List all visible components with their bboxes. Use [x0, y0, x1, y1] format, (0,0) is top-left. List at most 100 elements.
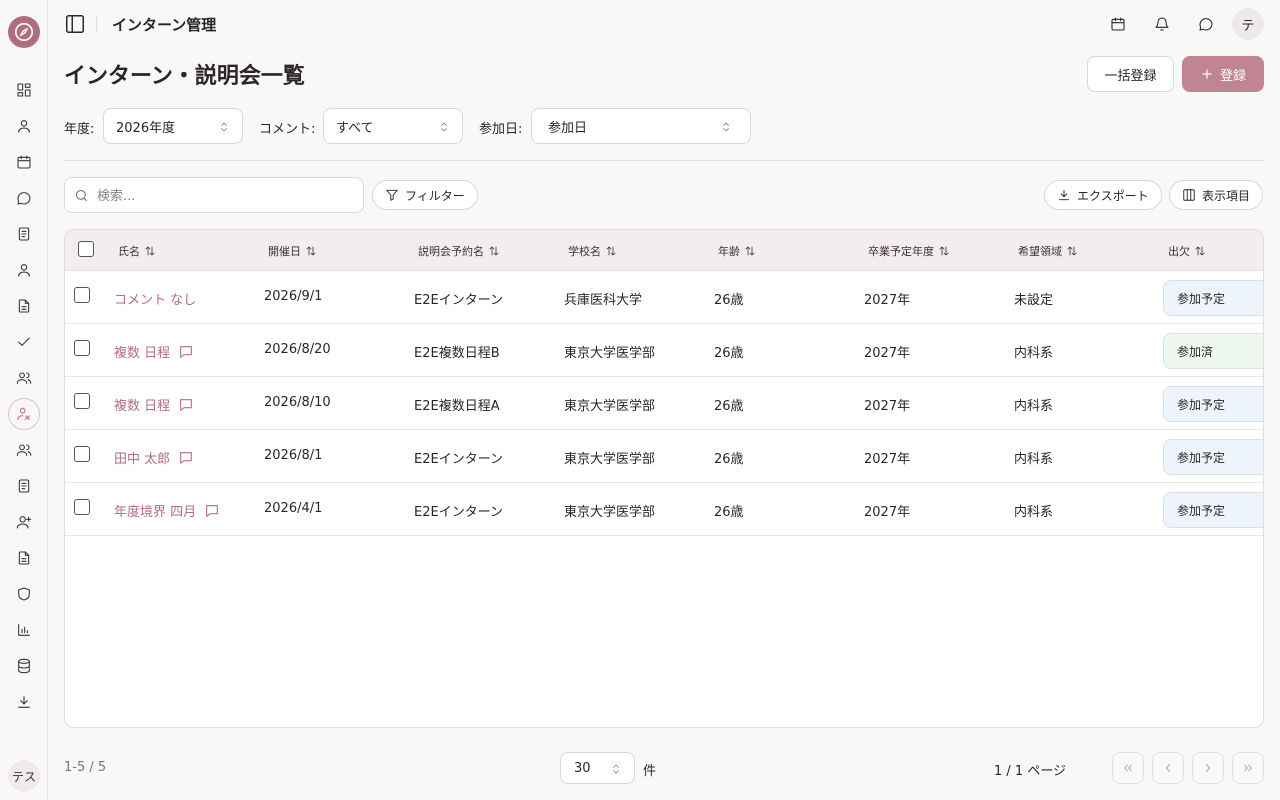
select-all-checkbox[interactable]: [78, 241, 94, 257]
name-cell[interactable]: 年度境界 四月: [114, 501, 220, 520]
column-header-school[interactable]: 学校名: [568, 243, 617, 259]
nav-shield-icon[interactable]: [8, 578, 40, 610]
comment-select[interactable]: すべて: [323, 108, 463, 144]
year-select[interactable]: 2026年度: [103, 108, 243, 144]
table-header: 氏名 開催日 説明会予約名 学校名 年齢 卒業予定年度 希望領域 出欠: [65, 230, 1263, 271]
sort-icon: [938, 245, 950, 257]
table-row[interactable]: 複数 日程 2026/8/10 E2E複数日程A 東京大学医学部 26歳 202…: [65, 377, 1263, 430]
name-link[interactable]: 年度境界 四月: [114, 501, 196, 520]
year-filter-label: 年度:: [64, 122, 95, 137]
table-row[interactable]: 年度境界 四月 2026/4/1 E2Eインターン 東京大学医学部 26歳 20…: [65, 483, 1263, 536]
user-avatar[interactable]: テ: [1232, 8, 1264, 40]
column-header-label: 説明会予約名: [418, 245, 484, 258]
filter-icon: [385, 188, 399, 202]
comment-icon[interactable]: [204, 503, 220, 519]
name-cell[interactable]: 複数 日程: [114, 395, 194, 414]
comment-icon[interactable]: [178, 397, 194, 413]
sidebar-user-avatar[interactable]: テス: [8, 760, 40, 792]
nav-chat-icon[interactable]: [8, 182, 40, 214]
name-link[interactable]: 複数 日程: [114, 342, 170, 361]
name-cell[interactable]: 田中 太郎: [114, 448, 194, 467]
school-cell: 東京大学医学部: [564, 452, 656, 467]
column-header-event[interactable]: 説明会予約名: [418, 243, 500, 259]
nav-profile-icon[interactable]: [8, 254, 40, 286]
first-page-button[interactable]: [1112, 752, 1144, 784]
chevrons-up-down-icon: [438, 120, 450, 134]
app-logo-compass-icon[interactable]: [8, 16, 40, 48]
prev-page-button[interactable]: [1152, 752, 1184, 784]
column-header-field[interactable]: 希望領域: [1018, 243, 1078, 259]
row-checkbox[interactable]: [74, 393, 90, 409]
date-cell: 2026/8/1: [264, 448, 323, 463]
nav-dashboard-icon[interactable]: [8, 74, 40, 106]
search-icon: [74, 188, 89, 203]
attendance-select[interactable]: 参加予定: [1163, 492, 1263, 528]
bulk-register-button[interactable]: 一括登録: [1087, 56, 1174, 92]
nav-file-icon[interactable]: [8, 542, 40, 574]
column-header-graduation[interactable]: 卒業予定年度: [868, 243, 950, 259]
filter-button[interactable]: フィルター: [372, 180, 478, 210]
bell-icon[interactable]: [1150, 12, 1174, 36]
row-checkbox[interactable]: [74, 446, 90, 462]
search-input[interactable]: [97, 186, 347, 206]
attendance-value: 参加予定: [1177, 450, 1226, 465]
nav-list-icon[interactable]: [8, 470, 40, 502]
field-cell: 未設定: [1014, 293, 1054, 308]
next-page-button[interactable]: [1192, 752, 1224, 784]
register-button[interactable]: 登録: [1182, 56, 1264, 92]
register-label: 登録: [1219, 68, 1246, 84]
nav-check-icon[interactable]: [8, 326, 40, 358]
name-link[interactable]: 複数 日程: [114, 395, 170, 414]
last-page-button[interactable]: [1232, 752, 1264, 784]
table-row[interactable]: 複数 日程 2026/8/20 E2E複数日程B 東京大学医学部 26歳 202…: [65, 324, 1263, 377]
nav-notebook-icon[interactable]: [8, 218, 40, 250]
date-select[interactable]: 参加日: [531, 108, 751, 144]
export-button[interactable]: エクスポート: [1044, 180, 1162, 210]
section-divider: [64, 160, 1264, 161]
nav-users-icon[interactable]: [8, 362, 40, 394]
nav-download-icon[interactable]: [8, 686, 40, 718]
comment-icon[interactable]: [178, 450, 194, 466]
nav-document-icon[interactable]: [8, 290, 40, 322]
sidebar-toggle-icon[interactable]: [64, 13, 86, 35]
row-checkbox[interactable]: [74, 287, 90, 303]
column-header-age[interactable]: 年齢: [718, 243, 756, 259]
name-cell[interactable]: コメント なし: [114, 289, 196, 308]
sidebar: テス: [0, 0, 48, 800]
attendance-select[interactable]: 参加予定: [1163, 439, 1263, 475]
nav-group-icon[interactable]: [8, 434, 40, 466]
row-checkbox[interactable]: [74, 499, 90, 515]
per-page-select[interactable]: 30: [560, 752, 635, 784]
column-header-date[interactable]: 開催日: [268, 243, 317, 259]
row-checkbox[interactable]: [74, 340, 90, 356]
column-header-name[interactable]: 氏名: [118, 243, 156, 259]
attendance-select[interactable]: 参加予定: [1163, 386, 1263, 422]
name-cell[interactable]: 複数 日程: [114, 342, 194, 361]
table-row[interactable]: コメント なし 2026/9/1 E2Eインターン 兵庫医科大学 26歳 202…: [65, 271, 1263, 324]
date-filter-label: 参加日:: [479, 122, 523, 137]
table-row[interactable]: 田中 太郎 2026/8/1 E2Eインターン 東京大学医学部 26歳 2027…: [65, 430, 1263, 483]
attendance-select[interactable]: 参加済: [1163, 333, 1263, 369]
columns-button[interactable]: 表示項目: [1169, 180, 1264, 210]
comment-filter-label: コメント:: [259, 122, 316, 137]
name-link[interactable]: 田中 太郎: [114, 448, 170, 467]
nav-calendar-icon[interactable]: [8, 146, 40, 178]
calendar-icon[interactable]: [1106, 12, 1130, 36]
date-cell: 2026/8/10: [264, 395, 331, 410]
message-icon[interactable]: [1194, 12, 1218, 36]
nav-chart-icon[interactable]: [8, 614, 40, 646]
column-header-attendance[interactable]: 出欠: [1168, 243, 1206, 259]
name-link[interactable]: コメント なし: [114, 289, 196, 308]
nav-intern-icon[interactable]: [8, 398, 40, 430]
header-divider: [96, 16, 97, 32]
nav-database-icon[interactable]: [8, 650, 40, 682]
column-header-label: 出欠: [1168, 245, 1190, 258]
nav-user-add-icon[interactable]: [8, 506, 40, 538]
grad-cell: 2027年: [864, 399, 911, 414]
chevrons-up-down-icon: [720, 120, 732, 134]
attendance-select[interactable]: 参加予定: [1163, 280, 1263, 316]
columns-icon: [1182, 188, 1196, 202]
comment-icon[interactable]: [178, 344, 194, 360]
attendance-value: 参加予定: [1177, 397, 1226, 412]
nav-user-icon[interactable]: [8, 110, 40, 142]
